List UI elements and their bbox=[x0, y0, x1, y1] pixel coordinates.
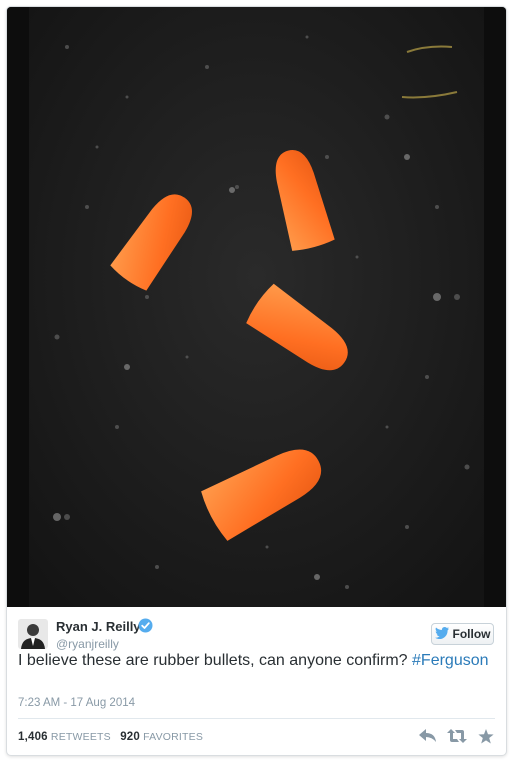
favorites-count[interactable]: 920 bbox=[120, 731, 140, 743]
tweet-text: I believe these are rubber bullets, can … bbox=[18, 650, 498, 672]
avatar[interactable] bbox=[18, 619, 48, 649]
photo-asphalt-earplugs bbox=[7, 7, 506, 607]
author-handle[interactable]: @ryanjreilly bbox=[56, 637, 119, 651]
tweet-actions bbox=[418, 727, 496, 745]
embedded-tweet-card: Ryan J. Reilly @ryanjreilly Follow I bel… bbox=[6, 6, 507, 756]
favorites-label[interactable]: FAVORITES bbox=[143, 731, 203, 743]
tweet-header: Ryan J. Reilly @ryanjreilly Follow bbox=[7, 613, 506, 653]
verified-badge-icon bbox=[138, 618, 153, 633]
tweet-body: I believe these are rubber bullets, can … bbox=[18, 652, 408, 669]
divider bbox=[18, 718, 495, 719]
follow-label: Follow bbox=[452, 627, 491, 641]
follow-button[interactable]: Follow bbox=[431, 623, 494, 645]
hashtag-link[interactable]: #Ferguson bbox=[412, 652, 489, 669]
reply-icon[interactable] bbox=[418, 727, 438, 745]
retweet-icon[interactable] bbox=[447, 727, 467, 745]
twitter-bird-icon bbox=[434, 626, 449, 642]
author-name[interactable]: Ryan J. Reilly bbox=[56, 619, 141, 634]
tweet-stats: 1,406 RETWEETS 920 FAVORITES bbox=[18, 731, 203, 743]
retweets-count[interactable]: 1,406 bbox=[18, 731, 48, 743]
retweets-label[interactable]: RETWEETS bbox=[51, 731, 111, 743]
tweet-timestamp[interactable]: 7:23 AM - 17 Aug 2014 bbox=[18, 697, 135, 709]
tweet-photo[interactable] bbox=[7, 7, 506, 607]
favorite-icon[interactable] bbox=[476, 727, 496, 745]
